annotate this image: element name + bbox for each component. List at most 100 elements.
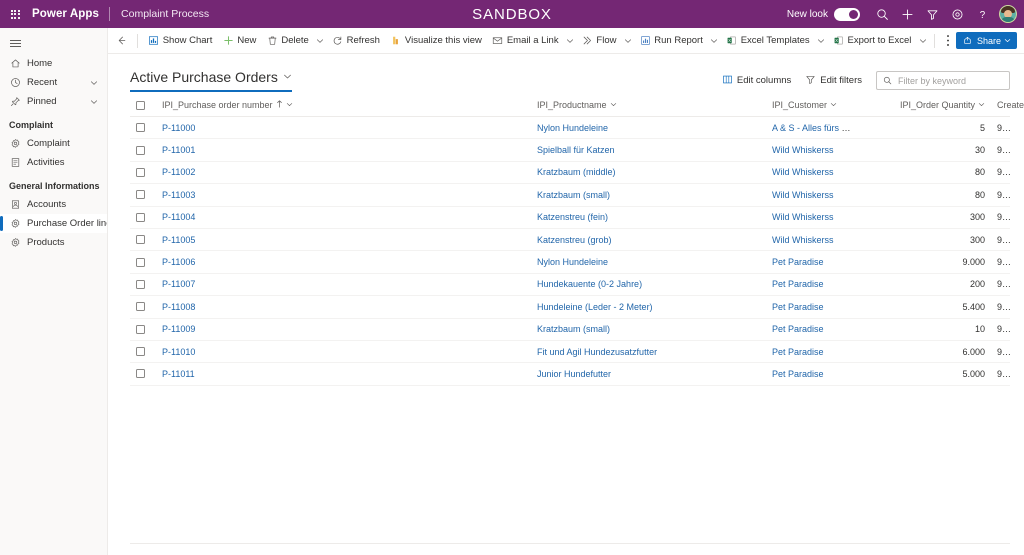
row-checkbox[interactable] <box>136 190 145 200</box>
run-report-chevron-down-icon[interactable] <box>708 31 721 51</box>
row-select-cell[interactable] <box>130 273 156 297</box>
cell-customer-link[interactable]: Wild Whiskerss <box>772 235 834 245</box>
new-look-toggle[interactable] <box>834 7 860 21</box>
cell-customer-link[interactable]: Wild Whiskerss <box>772 212 834 222</box>
cell-purchase-order-number-link[interactable]: P-11003 <box>162 190 195 200</box>
table-row[interactable]: P-11002 Kratzbaum (middle) Wild Whiskerss 8… <box>130 161 1010 185</box>
plus-icon[interactable] <box>895 0 920 28</box>
table-row[interactable]: P-11000 Nylon Hundeleine A & S - Alles für… <box>130 116 1010 140</box>
row-checkbox[interactable] <box>136 302 145 312</box>
row-checkbox[interactable] <box>136 212 145 222</box>
cell-product-name-link[interactable]: Kratzbaum (middle) <box>537 167 616 177</box>
flow-chevron-down-icon[interactable] <box>621 31 634 51</box>
share-chevron-down-icon[interactable] <box>1004 36 1011 46</box>
cell-customer[interactable]: Pet Paradise <box>766 295 861 319</box>
cell-product-name-link[interactable]: Fit und Agil Hundezusatzfutter <box>537 347 657 357</box>
row-select-cell[interactable] <box>130 362 156 386</box>
cell-product-name[interactable]: Nylon Hundeleine <box>531 116 766 140</box>
table-row[interactable]: P-11008 Hundeleine (Leder - 2 Meter) Pet P… <box>130 295 1010 319</box>
row-checkbox[interactable] <box>136 167 145 177</box>
row-checkbox[interactable] <box>136 123 145 133</box>
filter-by-keyword-box[interactable] <box>876 71 1010 90</box>
cell-purchase-order-number[interactable]: P-11009 <box>156 318 531 341</box>
cell-product-name-link[interactable]: Junior Hundefutter <box>537 369 611 379</box>
email-chevron-down-icon[interactable] <box>564 31 577 51</box>
cell-purchase-order-number-link[interactable]: P-11008 <box>162 302 195 312</box>
chevron-down-icon[interactable] <box>610 100 617 110</box>
cell-purchase-order-number[interactable]: P-11002 <box>156 161 531 185</box>
app-launcher-waffle-icon[interactable] <box>0 0 30 28</box>
row-checkbox[interactable] <box>136 279 145 289</box>
table-row[interactable]: P-11007 Hundekauente (0-2 Jahre) Pet Parad… <box>130 273 1010 297</box>
row-checkbox[interactable] <box>136 347 145 357</box>
sidebar-item-home[interactable]: Home <box>0 54 107 73</box>
help-icon[interactable]: ? <box>970 0 995 28</box>
table-row[interactable]: P-11009 Kratzbaum (small) Pet Paradise 10 9/… <box>130 318 1010 341</box>
sitemap-collapse-icon[interactable] <box>0 32 107 54</box>
cell-purchase-order-number-link[interactable]: P-11011 <box>162 369 195 379</box>
share-button[interactable]: Share <box>955 32 1017 49</box>
visualize-this-view-button[interactable]: Visualize this view <box>385 31 487 51</box>
chevron-down-icon[interactable] <box>90 79 107 87</box>
new-button[interactable]: New <box>217 31 261 51</box>
flow-button[interactable]: Flow <box>576 31 621 51</box>
user-avatar[interactable] <box>999 5 1017 23</box>
cell-purchase-order-number[interactable]: P-11004 <box>156 206 531 229</box>
cell-customer-link[interactable]: Pet Paradise <box>772 324 824 334</box>
chevron-down-icon[interactable] <box>830 100 837 110</box>
chevron-down-icon[interactable] <box>283 68 292 86</box>
sidebar-item-pinned[interactable]: Pinned <box>0 92 107 111</box>
delete-button[interactable]: Delete <box>261 31 313 51</box>
cell-product-name-link[interactable]: Kratzbaum (small) <box>537 324 610 334</box>
cell-purchase-order-number[interactable]: P-11010 <box>156 340 531 364</box>
edit-filters-button[interactable]: Edit filters <box>805 74 862 88</box>
table-row[interactable]: P-11004 Katzenstreu (fein) Wild Whiskerss 3… <box>130 206 1010 229</box>
table-row[interactable]: P-11011 Junior Hundefutter Pet Paradise 5.0… <box>130 362 1010 386</box>
excel-templates-button[interactable]: X Excel Templates <box>721 31 815 51</box>
row-checkbox[interactable] <box>136 257 145 267</box>
cell-product-name[interactable]: Hundeleine (Leder - 2 Meter) <box>531 295 766 319</box>
table-row[interactable]: P-11010 Fit und Agil Hundezusatzfutter Pet… <box>130 340 1010 364</box>
row-checkbox[interactable] <box>136 235 145 245</box>
cell-customer[interactable]: Pet Paradise <box>766 362 861 386</box>
table-row[interactable]: P-11006 Nylon Hundeleine Pet Paradise 9.000… <box>130 250 1010 274</box>
cell-product-name-link[interactable]: Hundekauente (0-2 Jahre) <box>537 279 642 289</box>
cell-customer-link[interactable]: A & S - Alles fürs Haustier <box>772 123 861 133</box>
cell-purchase-order-number-link[interactable]: P-11010 <box>162 347 195 357</box>
column-header-product[interactable]: IPI_Productname <box>531 98 766 117</box>
sidebar-item-activities[interactable]: Activities <box>0 153 107 172</box>
row-checkbox[interactable] <box>136 145 145 155</box>
table-row[interactable]: P-11005 Katzenstreu (grob) Wild Whiskerss 3… <box>130 228 1010 252</box>
app-name[interactable]: Complaint Process <box>110 8 209 20</box>
sidebar-item-products[interactable]: Products <box>0 233 107 252</box>
cell-customer[interactable]: Wild Whiskerss <box>766 161 861 185</box>
column-header-customer[interactable]: IPI_Customer <box>766 98 861 117</box>
row-checkbox[interactable] <box>136 369 145 379</box>
show-chart-button[interactable]: Show Chart <box>143 31 218 51</box>
sidebar-item-recent[interactable]: Recent <box>0 73 107 92</box>
cell-customer-link[interactable]: Pet Paradise <box>772 279 824 289</box>
cell-purchase-order-number[interactable]: P-11001 <box>156 138 531 162</box>
cell-product-name[interactable]: Kratzbaum (small) <box>531 318 766 341</box>
cell-product-name[interactable]: Junior Hundefutter <box>531 362 766 386</box>
row-checkbox[interactable] <box>136 324 145 334</box>
cell-customer-link[interactable]: Pet Paradise <box>772 302 824 312</box>
cell-purchase-order-number[interactable]: P-11005 <box>156 228 531 252</box>
back-arrow-icon[interactable] <box>112 31 132 51</box>
cell-product-name-link[interactable]: Nylon Hundeleine <box>537 123 608 133</box>
cell-customer[interactable]: A & S - Alles fürs Haustier <box>766 116 861 140</box>
select-all-header[interactable] <box>130 98 156 117</box>
table-row[interactable]: P-11001 Spielball für Katzen Wild Whiskers… <box>130 138 1010 162</box>
cell-product-name[interactable]: Nylon Hundeleine <box>531 250 766 274</box>
sidebar-item-purchase-order-lines[interactable]: Purchase Order lines <box>0 214 107 233</box>
cell-product-name[interactable]: Kratzbaum (small) <box>531 183 766 207</box>
refresh-button[interactable]: Refresh <box>327 31 385 51</box>
row-select-cell[interactable] <box>130 318 156 341</box>
cell-purchase-order-number[interactable]: P-11011 <box>156 362 531 386</box>
cell-customer[interactable]: Wild Whiskerss <box>766 138 861 162</box>
row-select-cell[interactable] <box>130 138 156 162</box>
cell-product-name[interactable]: Spielball für Katzen <box>531 138 766 162</box>
cell-customer[interactable]: Pet Paradise <box>766 318 861 341</box>
cell-purchase-order-number-link[interactable]: P-11004 <box>162 212 195 222</box>
cell-product-name[interactable]: Katzenstreu (fein) <box>531 206 766 229</box>
